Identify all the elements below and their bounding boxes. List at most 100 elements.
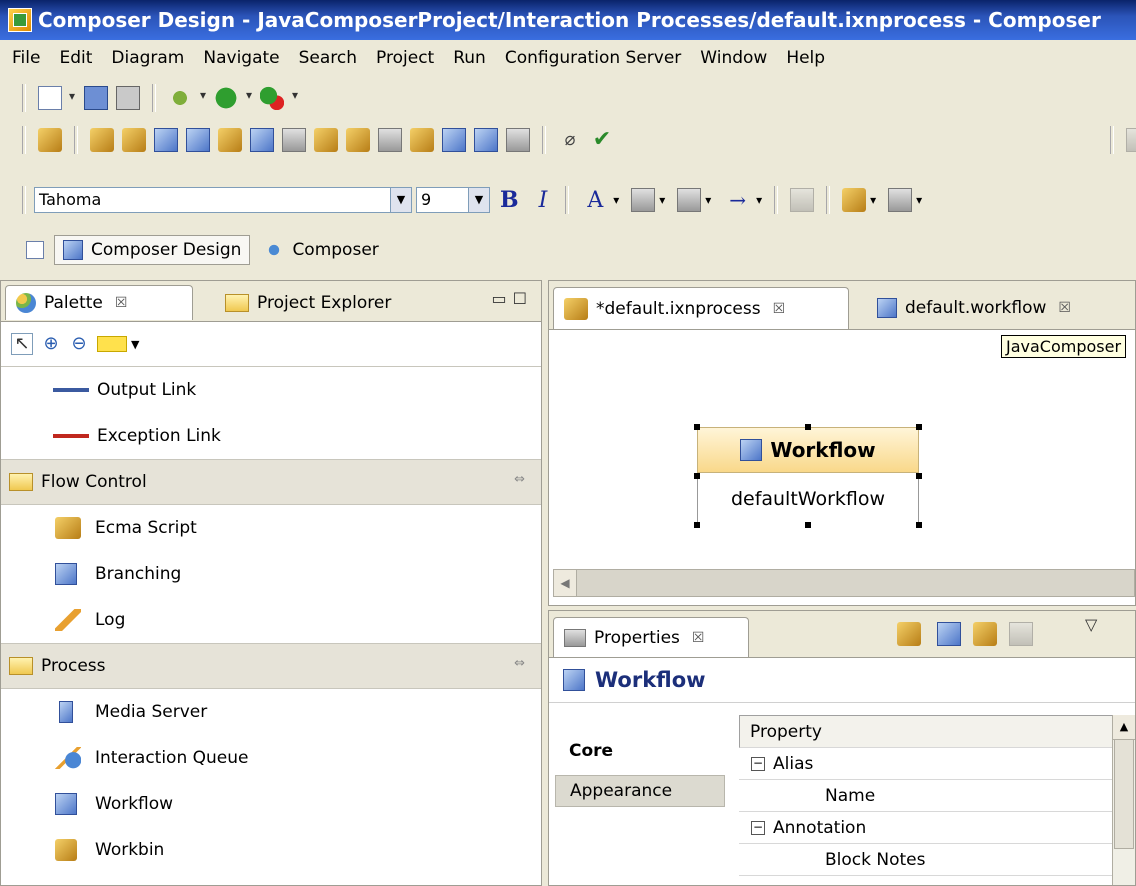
font-color-button[interactable]: A [587,188,603,213]
font-name-combo[interactable]: Tahoma ▼ [34,187,412,213]
check-icon[interactable]: ✔ [590,128,614,152]
chevron-down-icon[interactable]: ▾ [870,193,876,207]
resize-handle[interactable] [916,424,922,430]
print-icon[interactable] [116,86,140,110]
perspective-composer-design[interactable]: Composer Design [54,235,251,265]
run-icon[interactable] [214,86,252,110]
open-perspective-icon[interactable] [26,241,44,259]
new-ixnprocess-icon[interactable] [218,128,242,152]
drawer-flow-control[interactable]: Flow Control ⇔ [1,459,541,505]
collapse-icon[interactable]: − [751,756,765,771]
arrange-icon[interactable] [842,188,867,212]
generate-code-icon[interactable] [90,128,114,152]
italic-button[interactable]: I [539,188,548,213]
download-icon[interactable] [474,128,498,152]
pin-icon[interactable]: ⇔ [514,472,525,487]
chevron-down-icon[interactable]: ▼ [468,188,489,212]
tab-default-workflow[interactable]: default.workflow ☒ [867,287,1081,329]
tab-palette[interactable]: Palette ☒ [5,285,193,320]
font-size-combo[interactable]: 9 ▼ [416,187,490,213]
workflow-block[interactable]: Workflow defaultWorkflow [694,424,922,528]
resize-handle[interactable] [694,522,700,528]
horizontal-scrollbar[interactable]: ◀ [553,569,1135,597]
app-icon[interactable] [8,8,32,32]
overflow-icon[interactable] [1126,128,1136,152]
perspective-composer[interactable]: Composer [256,236,386,264]
upload-icon[interactable] [442,128,466,152]
validate-icon[interactable]: ⌀ [558,128,582,152]
zoom-in-icon[interactable]: ⊕ [41,334,61,354]
generate-all-icon[interactable] [122,128,146,152]
variables-icon[interactable] [38,128,62,152]
palette-item-workflow[interactable]: Workflow [1,781,541,827]
export-icon[interactable] [282,128,306,152]
scroll-left-icon[interactable]: ◀ [554,570,577,596]
tab-default-ixnprocess[interactable]: *default.ixnprocess ☒ [553,287,849,329]
tab-core[interactable]: Core [555,735,725,767]
line-color-icon[interactable] [677,188,702,212]
pin-icon[interactable]: ⇔ [514,656,525,671]
restore-default-icon[interactable] [1009,622,1033,646]
chevron-down-icon[interactable]: ▼ [390,188,411,212]
chevron-down-icon[interactable]: ▾ [659,193,665,207]
palette-item-log[interactable]: Log [1,597,541,643]
align-icon[interactable] [888,188,913,212]
chevron-down-icon[interactable]: ▾ [705,193,711,207]
menu-file[interactable]: File [12,48,40,68]
resize-handle[interactable] [694,473,700,479]
build-all-icon[interactable] [346,128,370,152]
tab-project-explorer[interactable]: Project Explorer [215,285,401,320]
minimize-maximize-icons[interactable]: ▭☐ [492,289,533,308]
copy-appearance-icon[interactable] [790,188,815,212]
show-categories-icon[interactable] [937,622,961,646]
menu-window[interactable]: Window [700,48,767,68]
deploy-icon[interactable] [250,128,274,152]
table-row[interactable]: − Annotation [739,812,1135,844]
table-row[interactable]: − Alias [739,748,1135,780]
save-icon[interactable] [84,86,108,110]
menu-configuration-server[interactable]: Configuration Server [505,48,681,68]
debug-icon[interactable] [168,86,206,110]
view-menu-icon[interactable]: ▽ [1085,615,1097,634]
chevron-down-icon[interactable]: ▼ [131,338,139,351]
menu-edit[interactable]: Edit [59,48,92,68]
disconnect-icon[interactable] [410,128,434,152]
palette-item-exception-link[interactable]: Exception Link [1,413,541,459]
select-icon[interactable]: ↖ [11,333,33,355]
tools-icon[interactable] [506,128,530,152]
chevron-down-icon[interactable]: ▾ [756,193,762,207]
close-icon[interactable]: ☒ [692,630,705,646]
close-icon[interactable]: ☒ [773,301,786,317]
external-tools-icon[interactable] [260,86,298,110]
menu-diagram[interactable]: Diagram [111,48,184,68]
menu-help[interactable]: Help [786,48,825,68]
menu-run[interactable]: Run [453,48,486,68]
bold-button[interactable]: B [500,187,519,213]
zoom-out-icon[interactable]: ⊖ [69,334,89,354]
property-column-header[interactable]: Property [739,715,1135,748]
tab-appearance[interactable]: Appearance [555,775,725,807]
menu-project[interactable]: Project [376,48,434,68]
palette-item-interaction-queue[interactable]: Interaction Queue [1,735,541,781]
resize-handle[interactable] [916,473,922,479]
table-row[interactable]: Name [739,780,1135,812]
palette-item-ecma-script[interactable]: Ecma Script [1,505,541,551]
palette-item-branching[interactable]: Branching [1,551,541,597]
menu-search[interactable]: Search [299,48,357,68]
resize-handle[interactable] [916,522,922,528]
arrow-style-button[interactable]: → [729,188,746,212]
resize-handle[interactable] [694,424,700,430]
fill-color-icon[interactable] [631,188,656,212]
new-icon[interactable] [38,86,75,110]
resize-handle[interactable] [805,522,811,528]
tab-properties[interactable]: Properties ☒ [553,617,749,657]
close-icon[interactable]: ☒ [1058,300,1071,316]
new-project-icon[interactable] [154,128,178,152]
palette-item-output-link[interactable]: Output Link [1,367,541,413]
menu-navigate[interactable]: Navigate [203,48,279,68]
chevron-down-icon[interactable]: ▾ [916,193,922,207]
chevron-down-icon[interactable]: ▾ [613,193,619,207]
collapse-icon[interactable]: − [751,820,765,835]
connect-icon[interactable] [378,128,402,152]
close-icon[interactable]: ☒ [115,295,128,311]
